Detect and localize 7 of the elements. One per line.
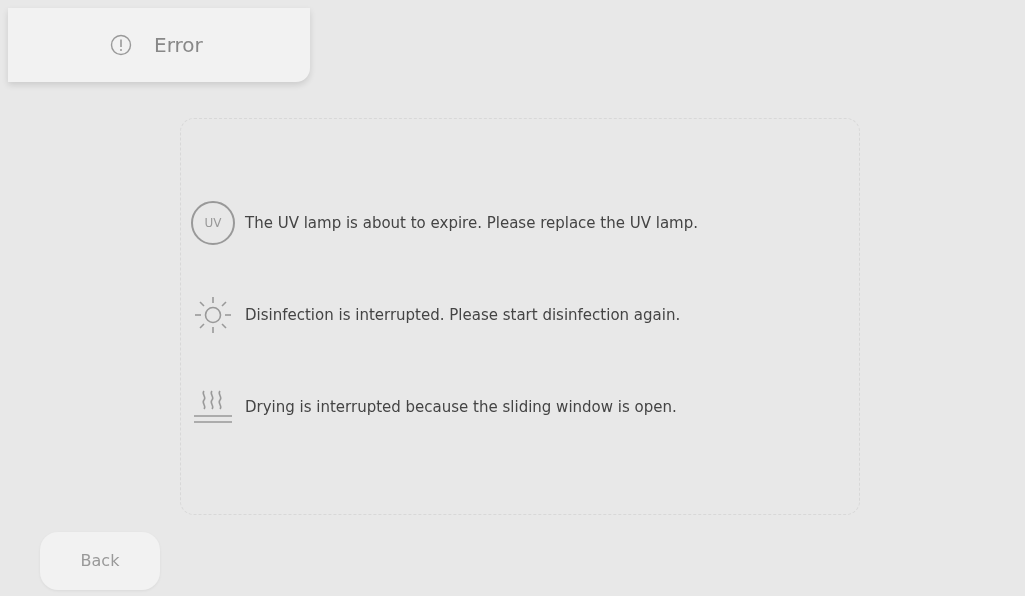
page-title: Error [154,32,203,59]
back-button[interactable]: Back [40,532,160,590]
error-message: The UV lamp is about to expire. Please replace the UV lamp. [245,212,698,234]
uv-icon: UV [191,201,235,245]
error-message: Disinfection is interrupted. Please start disinfection again. [245,304,681,326]
exclamation-circle-icon [110,34,132,56]
error-message: Drying is interrupted because the sliding window is open. [245,396,677,418]
